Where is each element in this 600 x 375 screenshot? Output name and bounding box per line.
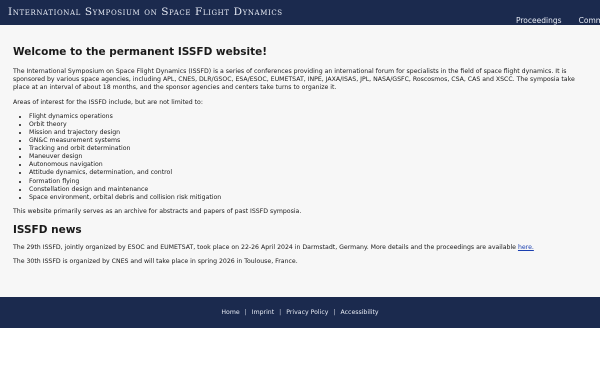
nav-committees[interactable]: Committ — [579, 16, 600, 25]
footer-separator: | — [279, 309, 282, 316]
news-item-30th: The 30th ISSFD is organized by CNES and … — [13, 258, 298, 266]
list-item: Maneuver design — [29, 153, 588, 161]
list-item: Tracking and orbit determination — [29, 145, 588, 153]
page-bottom — [0, 328, 600, 375]
list-item: Flight dynamics operations — [29, 113, 588, 121]
footer-imprint-link[interactable]: Imprint — [252, 309, 274, 316]
list-item: GN&C measurement systems — [29, 137, 588, 145]
list-item: Attitude dynamics, determination, and co… — [29, 169, 588, 177]
footer-separator: | — [244, 309, 247, 316]
footer-links: Home | Imprint | Privacy Policy | Accessibilit… — [0, 297, 600, 316]
main-nav: Proceedings Committ — [516, 8, 600, 27]
footer-separator: | — [333, 309, 336, 316]
site-title[interactable]: International Symposium on Space Flight … — [8, 6, 283, 18]
main-content: Welcome to the permanent ISSFD website! … — [13, 46, 588, 272]
list-item: Orbit theory — [29, 121, 588, 129]
list-item: Constellation design and maintenance — [29, 186, 588, 194]
areas-intro: Areas of interest for the ISSFD include,… — [13, 98, 203, 106]
page-title: Welcome to the permanent ISSFD website! — [13, 46, 268, 58]
header-bar: International Symposium on Space Flight … — [0, 0, 600, 25]
news-text: The 29th ISSFD, jointly organized by ESO… — [13, 244, 518, 252]
footer-accessibility-link[interactable]: Accessibility — [341, 309, 379, 316]
footer-privacy-link[interactable]: Privacy Policy — [286, 309, 328, 316]
intro-paragraph: The International Symposium on Space Fli… — [13, 68, 575, 92]
proceedings-link[interactable]: here. — [518, 244, 534, 251]
list-item: Formation flying — [29, 178, 588, 186]
list-item: Mission and trajectory design — [29, 129, 588, 137]
archive-note: This website primarily serves as an arch… — [13, 207, 302, 215]
news-item-29th: The 29th ISSFD, jointly organized by ESO… — [13, 244, 588, 252]
list-item: Space environment, orbital debris and co… — [29, 194, 588, 202]
list-item: Autonomous navigation — [29, 161, 588, 169]
footer: Home | Imprint | Privacy Policy | Accessibilit… — [0, 297, 600, 328]
nav-proceedings[interactable]: Proceedings — [516, 16, 562, 25]
news-heading: ISSFD news — [13, 224, 82, 237]
footer-home-link[interactable]: Home — [221, 309, 239, 316]
areas-list: Flight dynamics operations Orbit theory … — [29, 113, 588, 202]
